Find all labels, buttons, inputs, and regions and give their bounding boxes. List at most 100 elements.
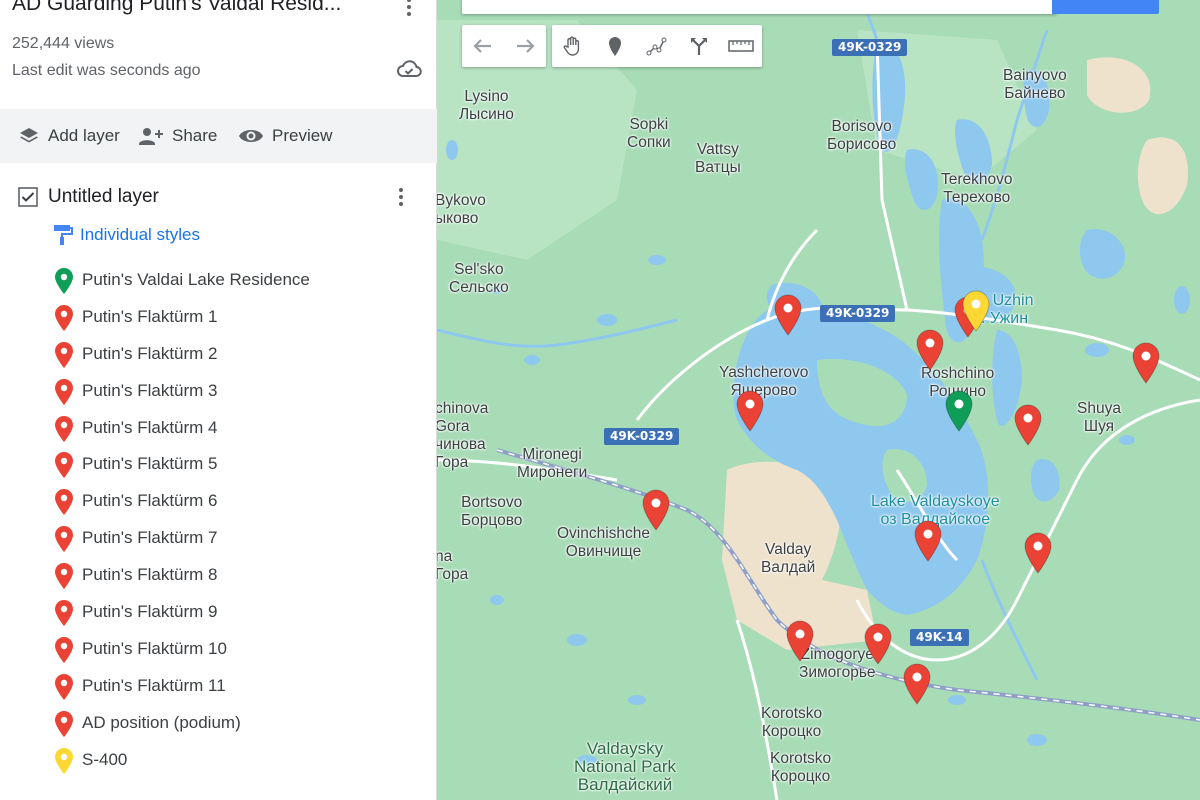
map-pin-icon — [55, 304, 73, 331]
place-label: Putin's Flaktürm 10 — [82, 638, 227, 658]
paint-roller-icon — [54, 225, 73, 245]
map-marker[interactable] — [1131, 342, 1161, 384]
place-label: Putin's Flaktürm 8 — [82, 565, 218, 585]
map-marker[interactable] — [773, 294, 803, 336]
select-hand-button[interactable] — [552, 25, 594, 67]
map-marker[interactable] — [913, 520, 943, 562]
cloud-saved-icon[interactable] — [396, 58, 422, 80]
place-list-item[interactable]: Putin's Flaktürm 6 — [0, 483, 437, 520]
add-layer-button[interactable]: Add layer — [18, 109, 120, 163]
map-search-input[interactable] — [462, 0, 1057, 14]
share-label: Share — [172, 126, 218, 145]
label-valdaysky-park: Valdaysky National Park Валдайский — [574, 739, 677, 794]
map-pin-icon — [55, 268, 73, 294]
road-shield: 49K-14 — [910, 629, 969, 646]
history-tools — [462, 25, 546, 67]
place-label: Putin's Flaktürm 1 — [82, 306, 218, 326]
label-bortsovo: Bortsovo Борцово — [461, 494, 523, 529]
place-list-item[interactable]: Putin's Valdai Lake Residence — [0, 262, 437, 299]
place-label: Putin's Flaktürm 2 — [82, 343, 218, 363]
redo-button[interactable] — [504, 25, 546, 67]
place-list-item[interactable]: Putin's Flaktürm 9 — [0, 594, 437, 631]
eye-icon — [239, 130, 263, 142]
map-pin-icon — [55, 747, 73, 774]
place-list-item[interactable]: Putin's Flaktürm 3 — [0, 373, 437, 410]
place-list-item[interactable]: Putin's Flaktürm 1 — [0, 299, 437, 336]
undo-button[interactable] — [462, 25, 504, 67]
place-label: Putin's Flaktürm 3 — [82, 380, 218, 400]
map-pin-icon — [55, 378, 73, 405]
label-chinova-gora: chinova Gora чинова Гора — [437, 400, 489, 471]
map-pin-icon — [55, 526, 73, 553]
undo-icon — [473, 39, 491, 53]
directions-button[interactable] — [678, 25, 720, 67]
place-label: Putin's Flaktürm 11 — [82, 675, 226, 695]
map-pin-icon — [55, 489, 73, 516]
map-marker[interactable] — [902, 663, 932, 705]
place-label: AD position (podium) — [82, 712, 241, 732]
place-list-item[interactable]: Putin's Flaktürm 8 — [0, 557, 437, 594]
measure-button[interactable] — [720, 25, 762, 67]
map-pin-icon — [55, 673, 73, 700]
share-button[interactable]: Share — [138, 109, 217, 163]
label-na-gora: na Гора — [437, 548, 469, 583]
map-pin-icon — [55, 415, 73, 442]
map-pin-icon — [55, 563, 73, 590]
label-valday: Valday Валдай — [761, 541, 816, 576]
place-list-item[interactable]: Putin's Flaktürm 11 — [0, 668, 437, 705]
more-options-icon[interactable] — [398, 0, 420, 20]
map-marker[interactable] — [863, 623, 893, 665]
preview-button[interactable]: Preview — [238, 109, 332, 163]
map-marker[interactable] — [915, 329, 945, 371]
place-label: Putin's Valdai Lake Residence — [82, 270, 310, 289]
individual-styles-link[interactable]: Individual styles — [52, 222, 200, 248]
redo-icon — [517, 39, 535, 53]
label-bainyovo: Bainyovo Байнево — [1003, 67, 1067, 102]
road-shield: 49K-0329 — [820, 305, 896, 322]
label-terekhovo: Terekhovo Терехово — [941, 171, 1013, 206]
place-list-item[interactable]: Putin's Flaktürm 4 — [0, 410, 437, 447]
layer-header: Untitled layer — [0, 178, 437, 216]
map-pin-icon — [55, 636, 73, 663]
place-list-item[interactable]: S-400 — [0, 742, 437, 779]
label-vattsy: Vattsy Ватцы — [695, 141, 741, 176]
place-list-item[interactable]: Putin's Flaktürm 7 — [0, 520, 437, 557]
map-marker[interactable] — [641, 489, 671, 531]
add-layer-label: Add layer — [48, 126, 120, 145]
marker-icon — [609, 37, 621, 56]
map-marker[interactable] — [785, 620, 815, 662]
drawing-tools — [552, 25, 762, 67]
layer-visibility-checkbox[interactable] — [18, 187, 38, 207]
place-list: Putin's Valdai Lake Residence Putin's Fla… — [0, 262, 437, 778]
map-title[interactable]: AD Guarding Putin's Valdai Resid... — [12, 0, 384, 16]
map-marker[interactable] — [944, 390, 974, 432]
add-marker-button[interactable] — [594, 25, 636, 67]
label-korotsko-2: Korotsko Короцко — [770, 750, 832, 785]
map-marker[interactable] — [735, 390, 765, 432]
map-pin-icon — [55, 341, 73, 368]
map-marker[interactable] — [1013, 404, 1043, 446]
label-ovinchishche: Ovinchishche Овинчище — [557, 525, 651, 560]
hand-icon — [563, 36, 580, 56]
label-korotsko-1: Korotsko Короцко — [761, 705, 823, 740]
draw-line-button[interactable] — [636, 25, 678, 67]
map-pin-icon — [55, 452, 73, 479]
preview-label: Preview — [272, 126, 333, 145]
search-button[interactable] — [1052, 0, 1159, 14]
map-marker[interactable] — [961, 290, 991, 332]
layer-options-icon[interactable] — [390, 182, 412, 212]
map-canvas[interactable]: Lysino Лысино Sopki Сопки Vattsy Ватцы Bori… — [437, 0, 1200, 800]
place-list-item[interactable]: AD position (podium) — [0, 705, 437, 742]
title-row: AD Guarding Putin's Valdai Resid... — [0, 0, 437, 30]
place-list-item[interactable]: Putin's Flaktürm 10 — [0, 631, 437, 668]
layer-name[interactable]: Untitled layer — [48, 186, 159, 208]
view-count: 252,444 views — [12, 35, 115, 52]
place-label: Putin's Flaktürm 9 — [82, 602, 218, 622]
place-list-item[interactable]: Putin's Flaktürm 5 — [0, 446, 437, 483]
draw-line-icon — [646, 37, 667, 56]
label-borisovo: Borisovo Борисово — [827, 118, 897, 153]
label-bykovo: Bykovo ыково — [437, 192, 486, 227]
map-marker[interactable] — [1023, 532, 1053, 574]
place-list-item[interactable]: Putin's Flaktürm 2 — [0, 336, 437, 373]
styles-label: Individual styles — [80, 225, 201, 244]
